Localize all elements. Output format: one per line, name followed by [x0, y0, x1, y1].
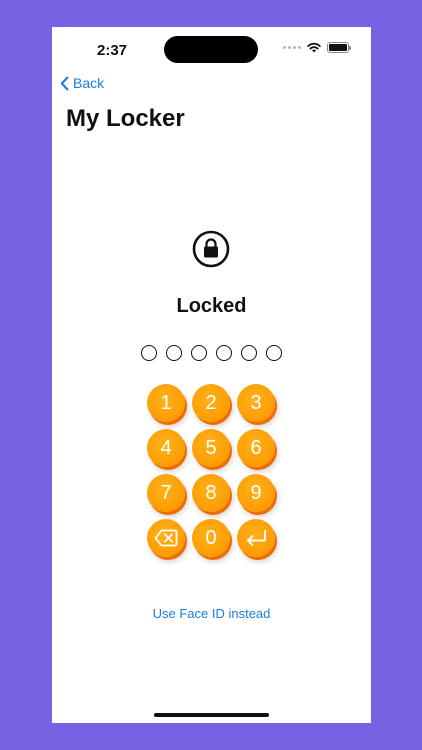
battery-icon	[327, 42, 351, 53]
dynamic-island	[164, 36, 258, 63]
backspace-icon	[154, 529, 178, 547]
home-indicator[interactable]	[154, 713, 269, 717]
key-1-button[interactable]: 1	[147, 384, 185, 422]
status-icons	[283, 42, 351, 53]
key-digit-label: 4	[160, 436, 172, 459]
key-5-button[interactable]: 5	[192, 429, 230, 467]
lock-icon	[192, 230, 230, 268]
key-6-button[interactable]: 6	[237, 429, 275, 467]
key-7-button[interactable]: 7	[147, 474, 185, 512]
key-2-button[interactable]: 2	[192, 384, 230, 422]
key-digit-label: 2	[205, 391, 217, 414]
key-9-button[interactable]: 9	[237, 474, 275, 512]
key-enter-button[interactable]	[237, 519, 275, 557]
pin-dot	[266, 345, 282, 361]
key-digit-label: 0	[205, 526, 217, 549]
key-3-button[interactable]: 3	[237, 384, 275, 422]
back-label: Back	[73, 75, 105, 91]
key-8-button[interactable]: 8	[192, 474, 230, 512]
pin-dot	[216, 345, 232, 361]
use-face-id-link[interactable]: Use Face ID instead	[52, 606, 371, 621]
key-digit-label: 3	[250, 391, 262, 414]
page-title: My Locker	[66, 105, 185, 132]
phone-screen: 2:37 Back My Locker Locked 1 2 3 4 5 6 7 8 9 0 Us…	[52, 27, 371, 723]
chevron-left-icon	[60, 76, 69, 90]
key-digit-label: 1	[160, 391, 172, 414]
back-button[interactable]: Back	[60, 75, 104, 91]
key-delete-button[interactable]	[147, 519, 185, 557]
signal-dots-icon	[283, 46, 301, 49]
return-icon	[247, 530, 266, 546]
pin-dot	[166, 345, 182, 361]
key-0-button[interactable]: 0	[192, 519, 230, 557]
key-digit-label: 6	[250, 436, 262, 459]
key-digit-label: 5	[205, 436, 217, 459]
pin-dot	[241, 345, 257, 361]
wifi-icon	[307, 42, 321, 53]
key-digit-label: 8	[205, 481, 217, 504]
lock-status-label: Locked	[176, 295, 247, 317]
key-4-button[interactable]: 4	[147, 429, 185, 467]
keypad: 1 2 3 4 5 6 7 8 9 0	[147, 384, 275, 557]
key-digit-label: 7	[160, 481, 172, 504]
key-digit-label: 9	[250, 481, 262, 504]
pin-dot	[141, 345, 157, 361]
status-time: 2:37	[97, 42, 128, 59]
pin-indicator	[141, 345, 282, 361]
pin-dot	[191, 345, 207, 361]
